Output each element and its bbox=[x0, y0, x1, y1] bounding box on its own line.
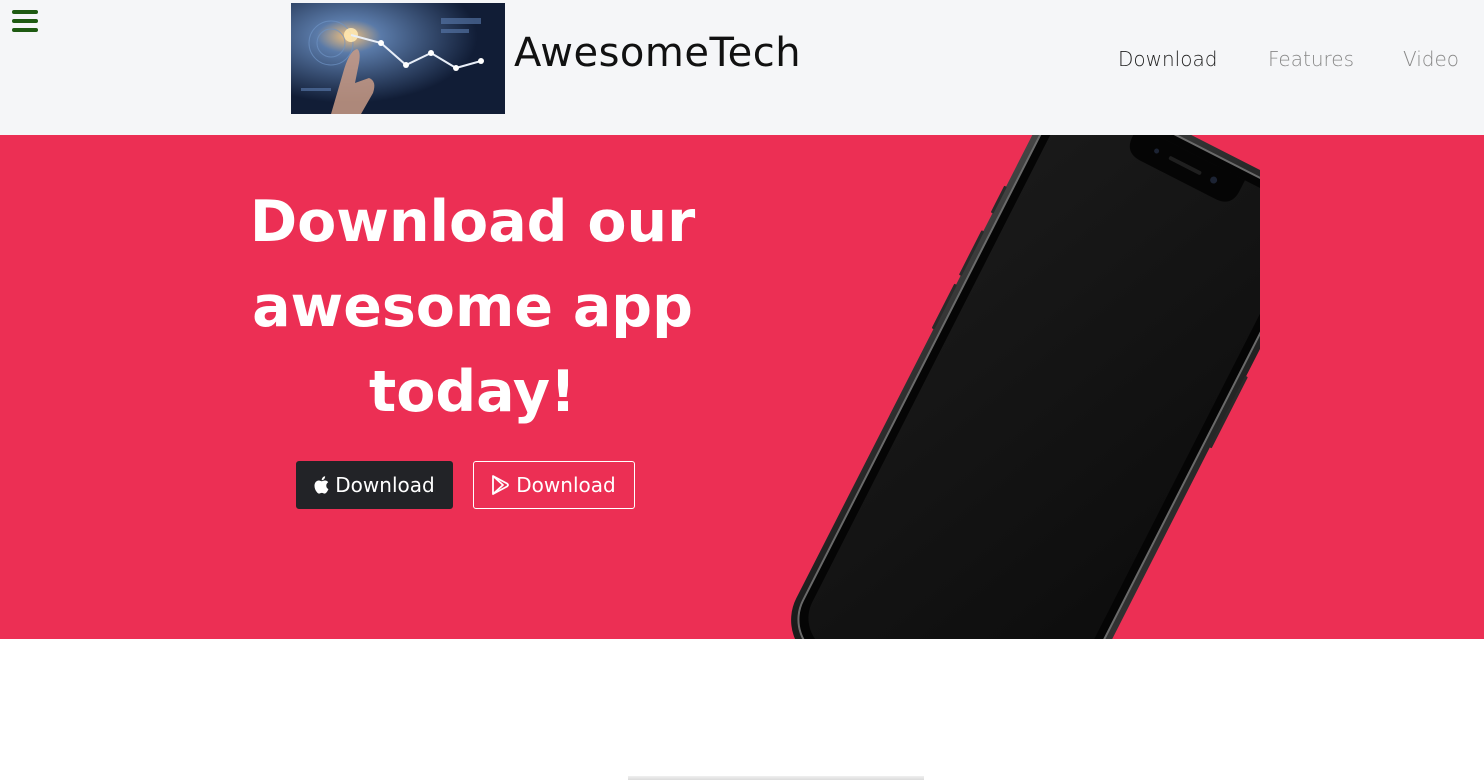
hero-headline: Download our awesome app today! bbox=[180, 180, 765, 435]
nav-link-video[interactable]: Video bbox=[1403, 47, 1459, 71]
google-play-icon bbox=[492, 475, 510, 495]
hamburger-menu-icon[interactable] bbox=[12, 10, 39, 32]
google-play-download-label: Download bbox=[516, 473, 616, 497]
brand-name[interactable]: AwesomeTech bbox=[514, 30, 801, 76]
phone-mockup-image bbox=[700, 135, 1316, 639]
brand-logo-image[interactable] bbox=[291, 3, 505, 114]
google-play-download-button[interactable]: Download bbox=[473, 461, 635, 509]
hero-section: Download our awesome app today! Download… bbox=[0, 135, 1484, 639]
apple-download-button[interactable]: Download bbox=[296, 461, 453, 509]
nav-link-download[interactable]: Download bbox=[1118, 47, 1217, 71]
card-edge-divider bbox=[628, 776, 924, 780]
navbar: AwesomeTech Download Features Video bbox=[0, 0, 1484, 135]
hero-headline-line-2: awesome app bbox=[252, 274, 693, 340]
apple-icon bbox=[314, 476, 329, 494]
nav-link-features[interactable]: Features bbox=[1268, 47, 1354, 71]
hero-headline-line-3: today! bbox=[368, 359, 577, 425]
apple-download-label: Download bbox=[335, 473, 435, 497]
hero-headline-line-1: Download our bbox=[249, 189, 696, 255]
